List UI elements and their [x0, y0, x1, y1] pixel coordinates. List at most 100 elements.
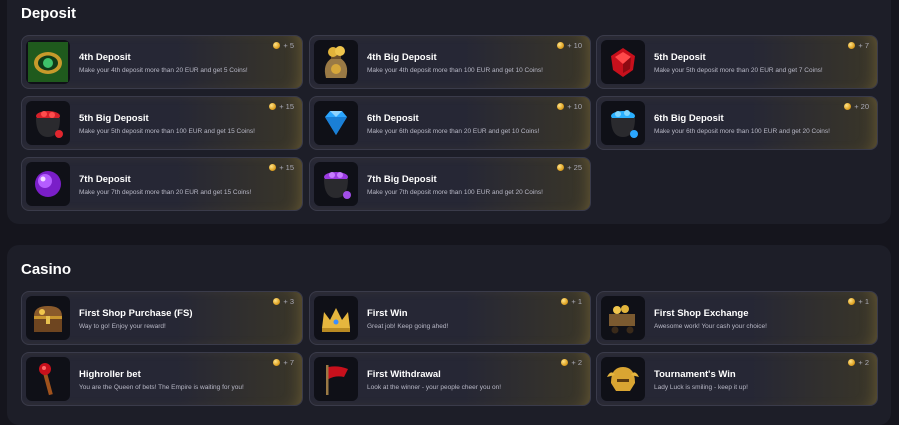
coin-icon — [273, 359, 281, 366]
coin-icon — [269, 103, 277, 110]
reward-value: + 5 — [283, 41, 294, 50]
coin-icon — [557, 164, 565, 171]
coin-icon — [561, 359, 569, 366]
card-title: 5th Deposit — [654, 52, 706, 63]
achievement-card[interactable]: 5th Big Deposit Make your 5th deposit mor… — [21, 96, 303, 150]
card-description: Make your 7th deposit more than 20 EUR a… — [79, 189, 252, 196]
card-title: Tournament's Win — [654, 369, 736, 380]
reward-badge: + 1 — [561, 297, 582, 306]
diamond-cauldron-icon — [601, 101, 645, 145]
crown-icon — [314, 296, 358, 340]
reward-value: + 7 — [858, 41, 869, 50]
card-description: Awesome work! Your cash your choice! — [654, 323, 767, 330]
card-title: 4th Deposit — [79, 52, 131, 63]
reward-badge: + 10 — [557, 41, 582, 50]
reward-value: + 10 — [567, 102, 582, 111]
achievement-card[interactable]: 7th Deposit Make your 7th deposit more th… — [21, 157, 303, 211]
ruby-cauldron-icon — [26, 101, 70, 145]
card-title: Highroller bet — [79, 369, 141, 380]
card-description: Way to go! Enjoy your reward! — [79, 323, 166, 330]
card-description: Lady Luck is smiling - keep it up! — [654, 384, 748, 391]
reward-value: + 1 — [571, 297, 582, 306]
purple-orb-icon — [26, 162, 70, 206]
coin-icon — [273, 42, 281, 49]
card-description: You are the Queen of bets! The Empire is… — [79, 384, 244, 391]
coin-icon — [273, 298, 281, 305]
reward-badge: + 3 — [273, 297, 294, 306]
reward-badge: + 2 — [561, 358, 582, 367]
achievement-card[interactable]: Tournament's Win Lady Luck is smiling - k… — [596, 352, 878, 406]
reward-badge: + 25 — [557, 163, 582, 172]
ruby-gem-icon — [601, 40, 645, 84]
achievement-card[interactable]: First Shop Purchase (FS) Way to go! Enjoy… — [21, 291, 303, 345]
achievement-card[interactable]: First Win Great job! Keep going ahed! + 1 — [309, 291, 591, 345]
reward-value: + 20 — [854, 102, 869, 111]
reward-value: + 25 — [567, 163, 582, 172]
coin-icon — [848, 42, 856, 49]
reward-badge: + 2 — [848, 358, 869, 367]
reward-value: + 2 — [571, 358, 582, 367]
reward-badge: + 15 — [269, 163, 294, 172]
reward-value: + 7 — [283, 358, 294, 367]
achievement-card[interactable]: 7th Big Deposit Make your 7th deposit mor… — [309, 157, 591, 211]
achievement-card[interactable]: 4th Big Deposit Make your 4th deposit mor… — [309, 35, 591, 89]
card-title: First Shop Exchange — [654, 308, 749, 319]
reward-badge: + 7 — [273, 358, 294, 367]
coin-icon — [848, 359, 856, 366]
red-flag-icon — [314, 357, 358, 401]
card-title: First Withdrawal — [367, 369, 441, 380]
card-title: First Win — [367, 308, 408, 319]
amethyst-cauldron-icon — [314, 162, 358, 206]
card-title: 6th Big Deposit — [654, 113, 724, 124]
card-title: 5th Big Deposit — [79, 113, 149, 124]
card-description: Make your 4th deposit more than 100 EUR … — [367, 67, 543, 74]
reward-value: + 3 — [283, 297, 294, 306]
golden-helmet-icon — [601, 357, 645, 401]
achievement-card[interactable]: 5th Deposit Make your 5th deposit more th… — [596, 35, 878, 89]
coin-icon — [557, 103, 565, 110]
treasure-chest-icon — [26, 296, 70, 340]
card-title: First Shop Purchase (FS) — [79, 308, 193, 319]
reward-badge: + 5 — [273, 41, 294, 50]
reward-value: + 10 — [567, 41, 582, 50]
reward-value: + 15 — [279, 163, 294, 172]
card-description: Great job! Keep going ahed! — [367, 323, 449, 330]
card-description: Make your 6th deposit more than 20 EUR a… — [367, 128, 540, 135]
gold-cart-icon — [601, 296, 645, 340]
reward-badge: + 7 — [848, 41, 869, 50]
card-title: 7th Deposit — [79, 174, 131, 185]
card-description: Make your 6th deposit more than 100 EUR … — [654, 128, 830, 135]
card-description: Make your 4th deposit more than 20 EUR a… — [79, 67, 248, 74]
achievement-card[interactable]: 6th Big Deposit Make your 6th deposit mor… — [596, 96, 878, 150]
reward-badge: + 1 — [848, 297, 869, 306]
card-description: Look at the winner - your people cheer y… — [367, 384, 502, 391]
achievement-card[interactable]: 6th Deposit Make your 6th deposit more th… — [309, 96, 591, 150]
card-description: Make your 5th deposit more than 100 EUR … — [79, 128, 255, 135]
card-description: Make your 5th deposit more than 20 EUR a… — [654, 67, 823, 74]
coin-icon — [557, 42, 565, 49]
card-title: 6th Deposit — [367, 113, 419, 124]
coin-icon — [848, 298, 856, 305]
diamond-icon — [314, 101, 358, 145]
reward-badge: + 15 — [269, 102, 294, 111]
coin-bag-icon — [314, 40, 358, 84]
achievement-card[interactable]: 4th Deposit Make your 4th deposit more th… — [21, 35, 303, 89]
green-ring-icon — [26, 40, 70, 84]
scepter-icon — [26, 357, 70, 401]
reward-badge: + 10 — [557, 102, 582, 111]
achievement-card[interactable]: Highroller bet You are the Queen of bets!… — [21, 352, 303, 406]
coin-icon — [269, 164, 277, 171]
reward-value: + 15 — [279, 102, 294, 111]
coin-icon — [844, 103, 852, 110]
card-title: 7th Big Deposit — [367, 174, 437, 185]
section-title: Deposit — [21, 5, 77, 22]
card-description: Make your 7th deposit more than 100 EUR … — [367, 189, 543, 196]
reward-value: + 2 — [858, 358, 869, 367]
card-title: 4th Big Deposit — [367, 52, 437, 63]
reward-value: + 1 — [858, 297, 869, 306]
coin-icon — [561, 298, 569, 305]
achievement-card[interactable]: First Withdrawal Look at the winner - you… — [309, 352, 591, 406]
achievement-card[interactable]: First Shop Exchange Awesome work! Your ca… — [596, 291, 878, 345]
section-title: Casino — [21, 261, 72, 278]
reward-badge: + 20 — [844, 102, 869, 111]
